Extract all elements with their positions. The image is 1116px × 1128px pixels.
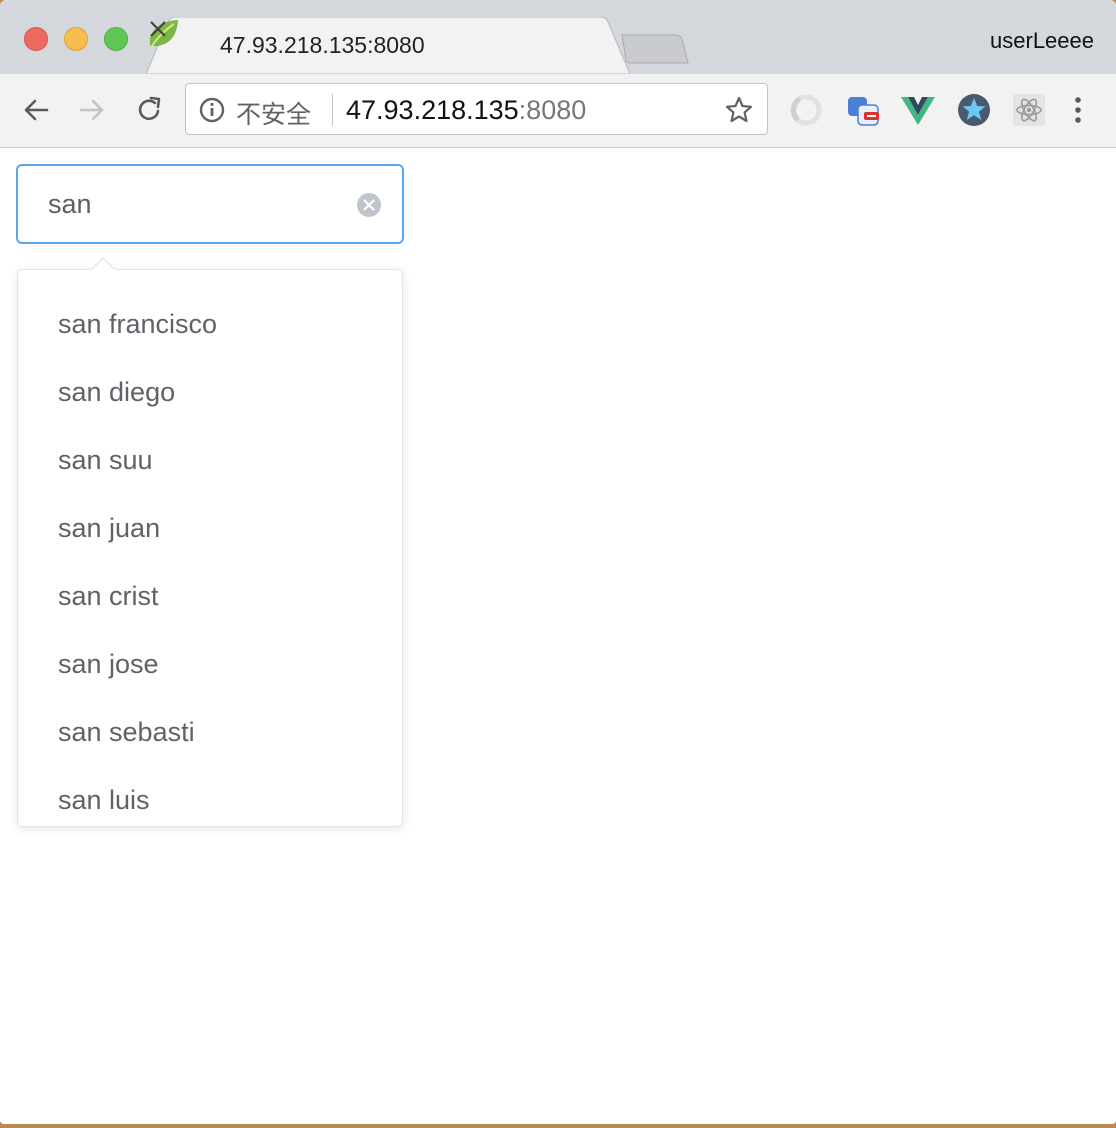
react-devtools-icon[interactable] xyxy=(1011,92,1047,128)
suggestion-item[interactable]: san suu xyxy=(18,426,402,494)
menu-dots-icon[interactable] xyxy=(1066,94,1090,126)
reload-icon[interactable] xyxy=(133,94,165,126)
suggestion-item[interactable]: san crist xyxy=(18,562,402,630)
url-host: 47.93.218.135 xyxy=(346,95,519,125)
vue-devtools-icon[interactable] xyxy=(900,92,936,128)
tab-strip: 47.93.218.135:8080 userLeeee xyxy=(0,0,1116,74)
suggestion-item[interactable]: san diego xyxy=(18,358,402,426)
close-window-button[interactable] xyxy=(24,27,48,51)
clear-icon[interactable] xyxy=(356,192,382,218)
active-tab[interactable]: 47.93.218.135:8080 xyxy=(146,17,630,74)
tab-close-icon[interactable] xyxy=(146,17,170,41)
url-port: :8080 xyxy=(518,95,587,125)
suggestion-item[interactable]: san francisco xyxy=(18,290,402,358)
info-icon[interactable] xyxy=(198,96,226,124)
minimize-window-button[interactable] xyxy=(64,27,88,51)
back-arrow-icon[interactable] xyxy=(20,94,52,126)
security-label[interactable]: 不安全 xyxy=(236,95,311,131)
maximize-window-button[interactable] xyxy=(104,27,128,51)
url-text[interactable]: 47.93.218.135:8080 xyxy=(346,95,586,126)
new-tab-button[interactable] xyxy=(620,33,690,65)
star-extension-icon[interactable] xyxy=(956,92,992,128)
browser-toolbar: 不安全 47.93.218.135:8080 xyxy=(0,74,1116,148)
browser-window: 47.93.218.135:8080 userLeeee 不安全 47.93.2… xyxy=(0,0,1116,1124)
translate-extension-icon[interactable] xyxy=(845,92,881,128)
suggestion-item[interactable]: san jose xyxy=(18,630,402,698)
search-input[interactable] xyxy=(48,182,348,226)
autocomplete-input-wrapper[interactable] xyxy=(16,164,404,244)
ring-extension-icon[interactable] xyxy=(788,92,824,128)
address-bar[interactable]: 不安全 47.93.218.135:8080 xyxy=(185,83,768,135)
suggestion-item[interactable]: san luis xyxy=(18,766,402,834)
star-icon[interactable] xyxy=(724,95,754,125)
tab-title: 47.93.218.135:8080 xyxy=(220,32,425,58)
suggestion-list: san francisco san diego san suu san juan… xyxy=(18,290,402,834)
forward-arrow-icon[interactable] xyxy=(76,94,108,126)
page-content: san francisco san diego san suu san juan… xyxy=(0,148,1116,1124)
suggestion-item[interactable]: san sebasti xyxy=(18,698,402,766)
suggestion-item[interactable]: san juan xyxy=(18,494,402,562)
suggestion-dropdown: san francisco san diego san suu san juan… xyxy=(17,257,403,827)
profile-name[interactable]: userLeeee xyxy=(990,28,1094,54)
dropdown-arrow xyxy=(91,259,115,271)
omnibox-divider xyxy=(332,94,333,126)
